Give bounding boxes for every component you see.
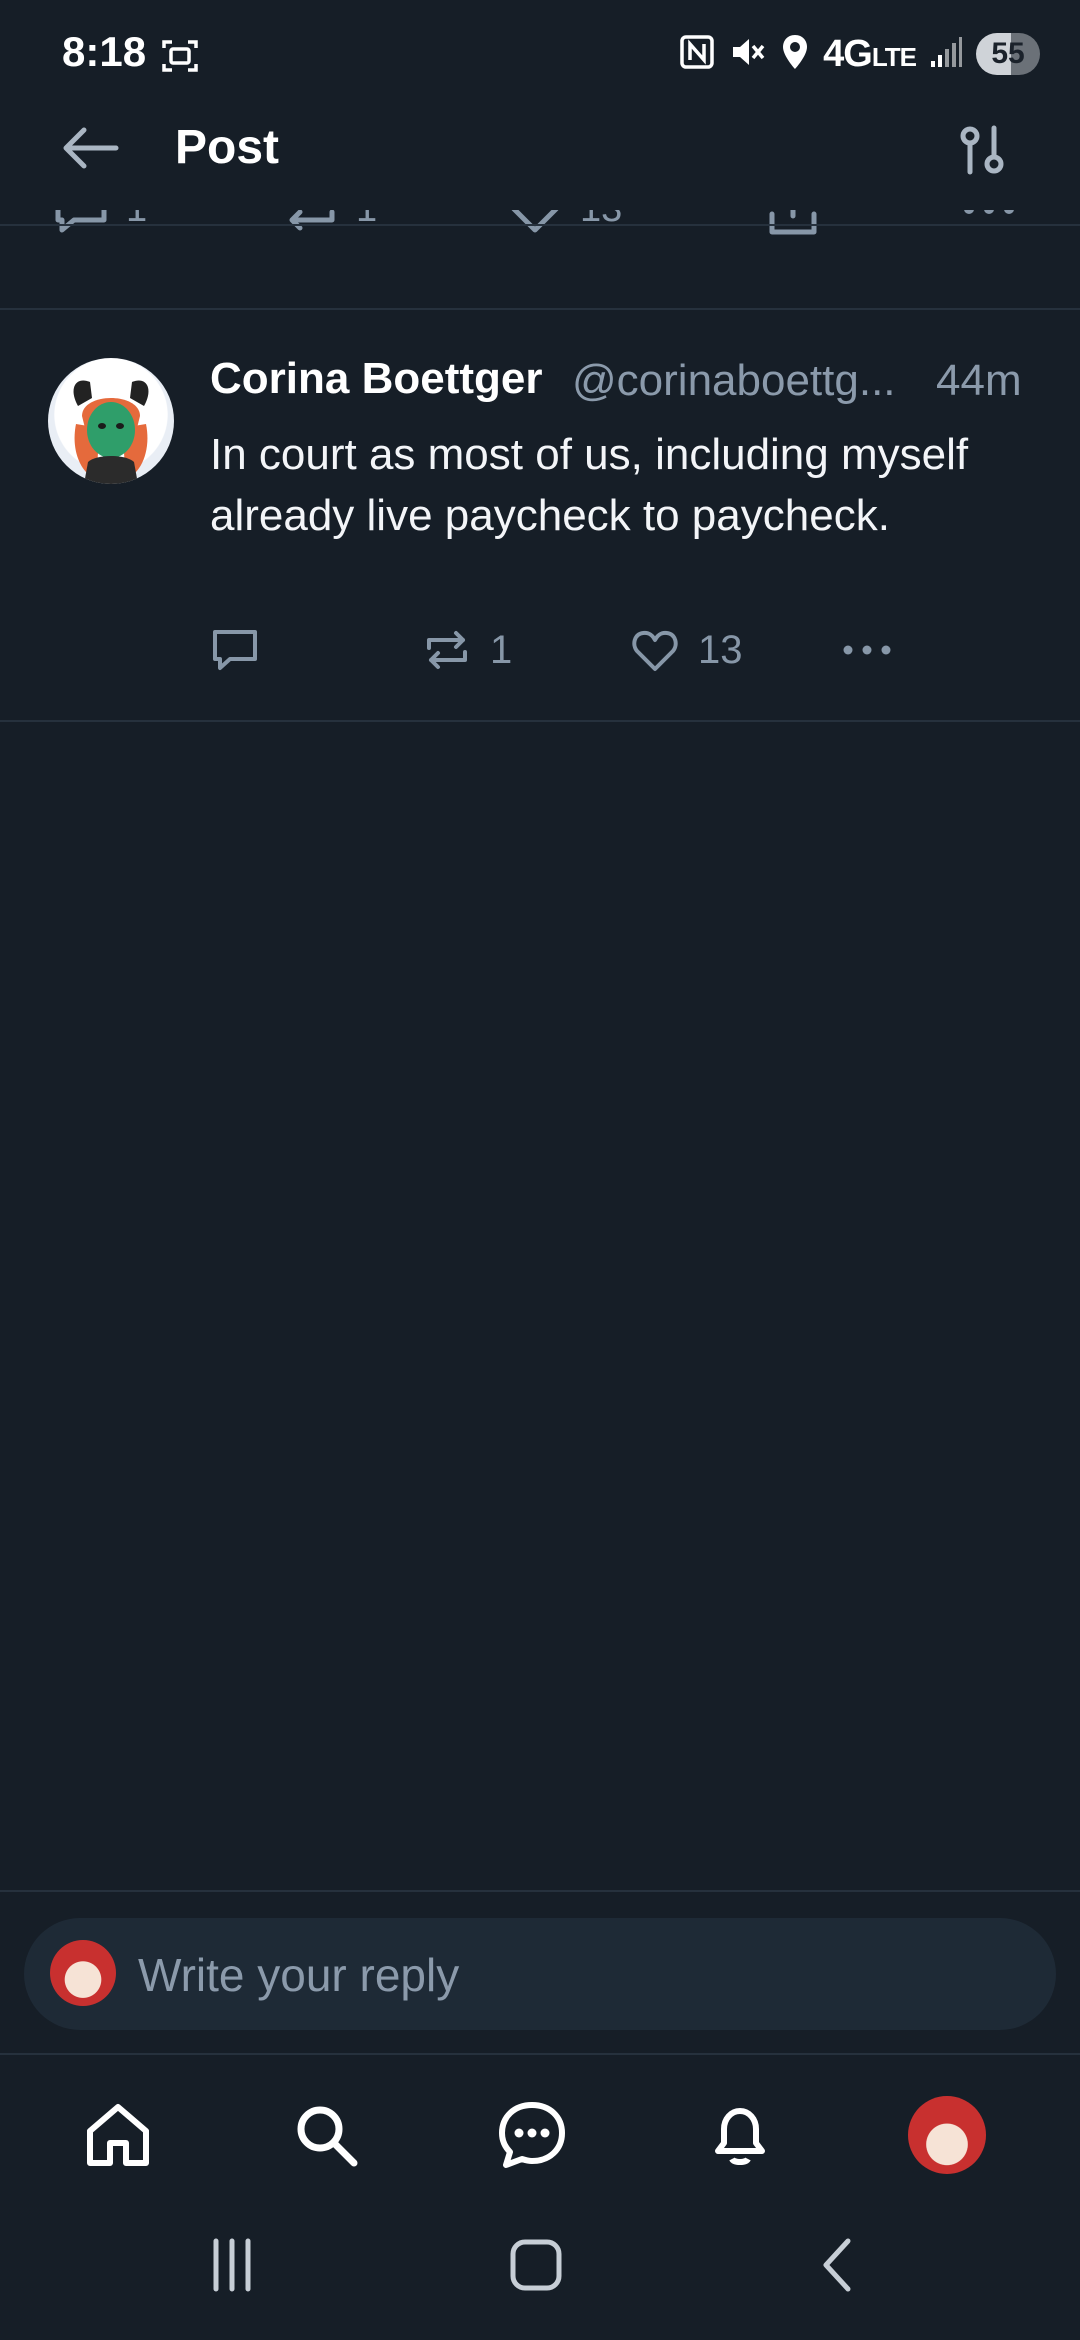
repost-button[interactable]: 1 [422, 625, 512, 675]
author-name[interactable]: Corina Boettger [210, 354, 542, 404]
chevron-left-icon [823, 2238, 851, 2292]
more-options-button[interactable] [840, 625, 894, 675]
nfc-icon [679, 34, 715, 75]
more-icon [843, 645, 891, 655]
like-button[interactable]: 13 [630, 625, 743, 675]
nav-home[interactable] [78, 2095, 158, 2175]
system-back-button[interactable] [800, 2235, 880, 2295]
reply-button[interactable] [210, 625, 260, 675]
network-sublabel: LTE [871, 41, 917, 72]
author-avatar[interactable] [48, 358, 174, 484]
bell-icon [715, 2108, 765, 2165]
nav-profile-avatar[interactable] [908, 2096, 986, 2174]
network-label: 4G [823, 32, 873, 75]
status-icons: 4GLTE 55 [679, 28, 1040, 80]
arrow-left-icon [63, 127, 119, 169]
previous-like-count: 13 [580, 210, 622, 231]
repost-count: 1 [490, 627, 513, 672]
repost-icon [427, 631, 467, 669]
home-button[interactable] [496, 2235, 576, 2295]
sliders-icon [960, 125, 1004, 175]
thread-settings-button[interactable] [952, 120, 1012, 180]
composer-divider [0, 1890, 1080, 1892]
mute-icon [729, 34, 767, 75]
status-time: 8:18 [62, 28, 147, 75]
previous-post-actions: 1 1 13 [0, 210, 1080, 264]
post-actions: 1 13 [210, 625, 1030, 685]
author-handle[interactable]: @corinaboettg... [572, 356, 896, 406]
nav-chat[interactable] [492, 2095, 572, 2175]
nav-divider [0, 2053, 1080, 2055]
page-title: Post [175, 121, 280, 174]
previous-reply-count: 1 [126, 210, 147, 231]
reply-placeholder: Write your reply [138, 1949, 460, 2001]
home-icon [87, 2104, 149, 2166]
network-type: 4GLTE [823, 32, 917, 76]
previous-repost-count: 1 [356, 210, 377, 231]
header-divider [0, 224, 1080, 226]
nav-notifications[interactable] [700, 2095, 780, 2175]
reply-icon [213, 630, 257, 670]
recents-icon [213, 2238, 251, 2292]
home-square-icon [510, 2239, 562, 2291]
signal-icon [930, 35, 962, 74]
section-divider [0, 308, 1080, 310]
recent-apps-button[interactable] [192, 2235, 272, 2295]
heart-icon [632, 630, 678, 671]
back-button[interactable] [58, 120, 124, 176]
post-timestamp: 44m [936, 356, 1022, 405]
search-icon [297, 2106, 358, 2167]
app-header [0, 110, 1080, 226]
nav-search[interactable] [286, 2095, 366, 2175]
post-text: In court as most of us, including myself… [210, 430, 969, 540]
user-avatar [50, 1940, 116, 2006]
screenshot-icon [160, 36, 200, 76]
like-count: 13 [698, 627, 743, 672]
location-icon [781, 33, 809, 76]
battery-indicator: 55 [976, 33, 1040, 75]
post-divider [0, 720, 1080, 722]
chat-icon [499, 2102, 565, 2168]
avatar-illustration [73, 380, 149, 484]
